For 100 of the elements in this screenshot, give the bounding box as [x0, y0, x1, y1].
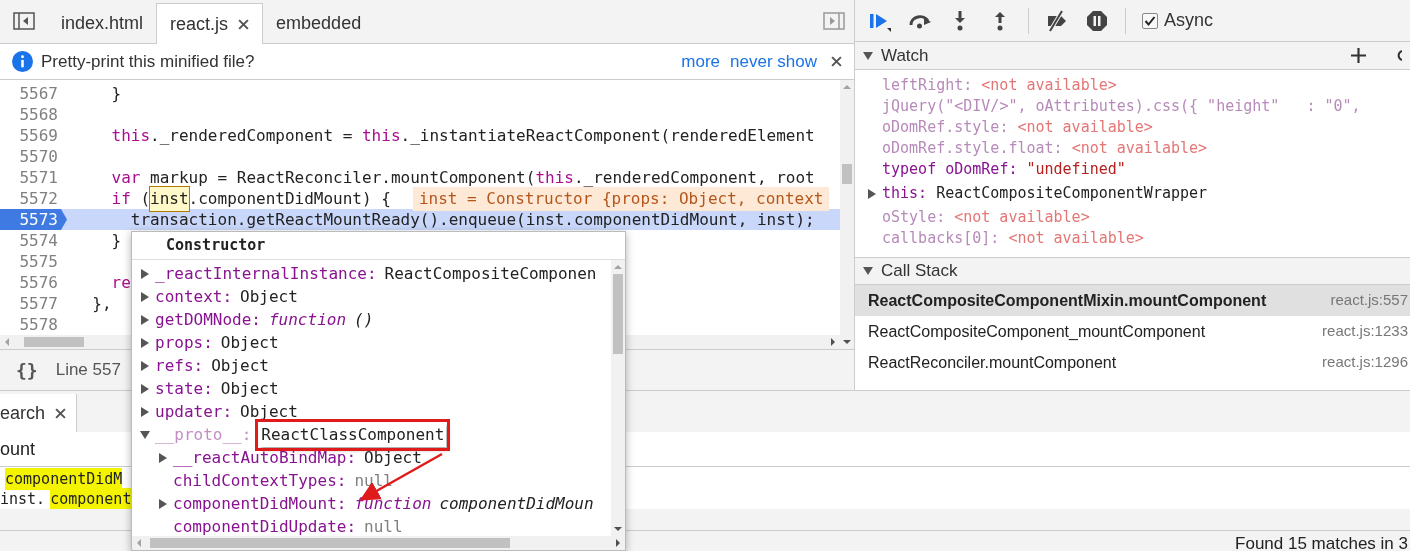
watch-expression: typeof oDomRef:	[882, 159, 1018, 181]
disclosure-triangle-icon[interactable]	[140, 291, 150, 302]
scrollbar-thumb[interactable]	[150, 538, 510, 548]
section-title[interactable]: Watch	[881, 42, 929, 69]
infobar-link[interactable]: more	[681, 48, 721, 75]
sidebar-toggle-icon[interactable]	[13, 12, 35, 30]
line-number[interactable]: 5575	[0, 251, 67, 272]
deactivate-breakpoints-icon[interactable]	[1045, 8, 1069, 33]
property-name: componentDidMount:	[173, 492, 347, 515]
call-frame[interactable]: ReactCompositeComponentMixin.mountComponent react.js:557	[855, 285, 1410, 316]
watch-expression: oStyle:	[882, 207, 946, 229]
line-number[interactable]: 5568	[0, 104, 67, 125]
code-keyword: re	[110, 271, 131, 294]
code-text: markup = ReactReconciler.mountComponent(	[149, 166, 536, 189]
code-keyword: this	[362, 124, 401, 147]
watch-expression: oDomRef.style:	[882, 117, 1009, 139]
property-value: Object	[220, 331, 279, 354]
drawer-tab[interactable]: earch	[0, 394, 78, 432]
code-text: ._instantiateReactComponent(renderedElement	[400, 124, 815, 147]
watch-expression: callbacks[0]:	[882, 228, 1000, 250]
line-number[interactable]: 5571	[0, 167, 67, 188]
property-name: refs:	[155, 354, 204, 377]
property-value: Object	[220, 377, 279, 400]
section-triangle-icon[interactable]	[863, 266, 873, 276]
section-title[interactable]: Call Stack	[881, 258, 958, 284]
code-text: }	[110, 229, 122, 252]
code-text: ._renderedComponent, root	[573, 166, 815, 189]
line-number[interactable]: 5574	[0, 230, 67, 251]
infobar-message: Pretty-print this minified file?	[41, 50, 255, 73]
line-number[interactable]: 5573	[0, 209, 67, 230]
vertical-scrollbar[interactable]	[840, 80, 854, 349]
property-value: Object	[211, 354, 269, 377]
disclosure-triangle-icon[interactable]	[140, 268, 150, 279]
disclosure-triangle-icon[interactable]	[140, 314, 150, 325]
cursor-position: Line 557	[55, 359, 121, 382]
watch-value: ReactCompositeComponentWrapper	[936, 183, 1208, 205]
watch-value: "undefined"	[1026, 159, 1126, 181]
property-name: getDOMNode:	[155, 308, 261, 331]
scrollbar-thumb[interactable]	[24, 337, 84, 347]
info-icon	[12, 51, 33, 72]
disclosure-triangle-icon[interactable]	[140, 406, 150, 417]
line-number[interactable]: 5576	[0, 272, 67, 293]
scrollbar-thumb[interactable]	[842, 164, 852, 184]
disclosure-triangle-icon[interactable]	[158, 498, 168, 509]
watch-value: <not available>	[1017, 117, 1153, 139]
panel-toggle-icon[interactable]	[823, 12, 845, 30]
add-icon[interactable]	[1351, 48, 1366, 63]
horizontal-scrollbar[interactable]	[132, 536, 625, 550]
disclosure-triangle-icon[interactable]	[140, 429, 150, 440]
property-value: Object	[364, 446, 422, 469]
close-icon[interactable]	[55, 407, 67, 419]
file-tab[interactable]: index.html	[48, 3, 157, 43]
property-name: props:	[155, 331, 213, 354]
pause-on-exceptions-icon[interactable]	[1085, 8, 1109, 33]
code-text: ._renderedComponent =	[150, 124, 354, 147]
file-tab[interactable]: react.js	[156, 3, 264, 44]
frame-function: ReactCompositeComponent_mountComponent	[868, 321, 1206, 342]
frame-function: ReactReconciler.mountComponent	[868, 352, 1117, 373]
watch-value: <not available>	[1008, 228, 1144, 250]
async-checkbox[interactable]	[1142, 12, 1158, 29]
code-text: },	[91, 292, 112, 315]
file-tab[interactable]: embedded	[263, 3, 375, 43]
line-number[interactable]: 5577	[0, 293, 67, 314]
line-number[interactable]: 5570	[0, 146, 67, 167]
watch-expression: leftRight:	[882, 75, 973, 97]
property-name: componentDidUpdate:	[173, 515, 357, 536]
watch-expression: this:	[882, 183, 928, 205]
close-icon[interactable]	[238, 18, 250, 30]
call-frame[interactable]: ReactCompositeComponent_mountComponent react.js:1233	[855, 316, 1410, 347]
property-name: _reactInternalInstance:	[155, 262, 377, 285]
disclosure-triangle-icon[interactable]	[867, 188, 877, 199]
property-value: Object	[240, 285, 298, 308]
frame-location: react.js:1296	[1322, 352, 1408, 373]
frame-function: ReactCompositeComponentMixin.mountComponent	[868, 290, 1267, 311]
code-keyword: var	[110, 166, 141, 189]
property-value: null	[364, 515, 403, 536]
property-name: __reactAutoBindMap:	[173, 446, 357, 469]
property-name: context:	[155, 285, 233, 308]
property-name: state:	[155, 377, 213, 400]
pretty-print-button[interactable]: {}	[16, 356, 38, 384]
line-number[interactable]: 5569	[0, 125, 67, 146]
search-status: Found 15 matches in 3	[1235, 533, 1408, 551]
infobar-link[interactable]: never show	[730, 48, 817, 75]
line-number[interactable]: 5578	[0, 314, 67, 335]
property-value: null	[354, 469, 393, 492]
watch-expression: oDomRef.style.float:	[882, 138, 1063, 160]
disclosure-triangle-icon[interactable]	[140, 337, 150, 348]
line-number[interactable]: 5572	[0, 188, 67, 209]
property-value: ReactCompositeComponen	[384, 262, 597, 285]
vertical-scrollbar[interactable]	[611, 260, 625, 536]
code-keyword: if	[110, 187, 131, 210]
watch-value: <not available>	[1071, 138, 1208, 160]
section-triangle-icon[interactable]	[863, 50, 873, 61]
disclosure-triangle-icon[interactable]	[158, 452, 168, 463]
scrollbar-thumb[interactable]	[613, 274, 623, 354]
call-frame[interactable]: ReactReconciler.mountComponent react.js:1296	[855, 347, 1410, 378]
line-number[interactable]: 5567	[0, 83, 67, 104]
close-icon[interactable]	[831, 56, 842, 67]
disclosure-triangle-icon[interactable]	[140, 360, 150, 371]
disclosure-triangle-icon[interactable]	[140, 383, 150, 394]
